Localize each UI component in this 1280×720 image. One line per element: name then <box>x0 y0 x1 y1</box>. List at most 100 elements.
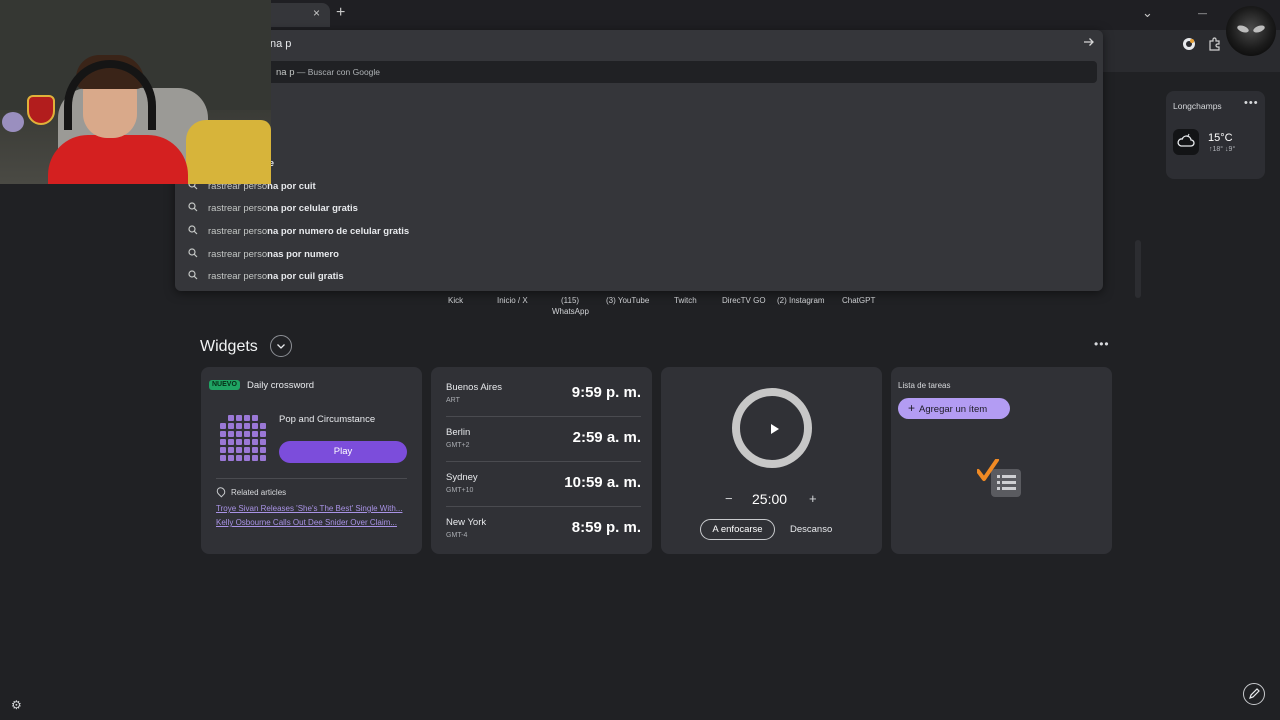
tab-search-button[interactable]: ⌄ <box>1142 5 1153 21</box>
divider <box>216 478 407 479</box>
arrow-right-icon[interactable] <box>1083 36 1095 51</box>
weather-low: ↓9° <box>1225 146 1236 153</box>
clock-time: 10:59 a. m. <box>564 474 641 491</box>
quick-link-x[interactable]: Inicio / X <box>497 295 528 306</box>
clock-timezone: GMT+2 <box>446 442 470 449</box>
clock-row: Sydney GMT+10 10:59 a. m. <box>446 462 641 506</box>
crossword-cell <box>228 431 234 437</box>
quick-link-youtube[interactable]: (3) YouTube <box>606 295 649 306</box>
crossword-cell <box>252 423 258 429</box>
world-clock-card: Buenos Aires ART 9:59 p. m. Berlin GMT+2… <box>431 367 652 554</box>
omnibox-suggestion[interactable]: a por celular <box>181 129 1097 151</box>
timer-play-button[interactable] <box>732 388 812 468</box>
focus-timer-card: − 25:00 + A enfocarse Descanso <box>661 367 882 554</box>
puzzle-extensions-icon[interactable] <box>1206 37 1222 53</box>
crossword-cell <box>236 415 242 421</box>
edit-button[interactable] <box>1243 683 1265 705</box>
crossword-cell <box>244 455 250 461</box>
quick-link-kick[interactable]: Kick <box>448 295 463 306</box>
widgets-collapse-button[interactable] <box>270 335 292 357</box>
clock-city: Buenos Aires <box>446 382 502 393</box>
add-item-button[interactable]: + Agregar un ítem <box>898 398 1010 419</box>
omnibox-suggestion[interactable]: rastrear persona por cuil gratis <box>181 265 1097 287</box>
clock-row: New York GMT-4 8:59 p. m. <box>446 507 641 551</box>
crossword-cell <box>252 415 258 421</box>
quick-link-chatgpt[interactable]: ChatGPT <box>842 295 875 306</box>
clock-timezone: ART <box>446 397 460 404</box>
crossword-grid-icon <box>220 415 266 461</box>
weather-more-button[interactable]: ••• <box>1244 97 1259 109</box>
play-button[interactable]: Play <box>279 441 407 463</box>
checklist-icon <box>977 459 1021 497</box>
new-tab-button[interactable]: + <box>336 4 345 22</box>
suggestion-bold: na por cuil gratis <box>267 271 344 283</box>
quick-link-twitch[interactable]: Twitch <box>674 295 697 306</box>
play-icon <box>771 424 779 434</box>
suggestion-bold: na por numero de celular gratis <box>267 225 410 237</box>
quick-link-whatsapp-count[interactable]: (115) <box>561 295 579 306</box>
chevron-down-icon <box>277 344 285 349</box>
crossword-cell <box>220 431 226 437</box>
crossword-cell <box>228 415 234 421</box>
crossword-cell <box>244 423 250 429</box>
suggestion-prefix: na p <box>276 67 295 78</box>
suggestion-suffix: — Buscar con Google <box>294 67 381 77</box>
crossword-title: Daily crossword <box>247 380 315 391</box>
omnibox-suggestion[interactable]: na p — Buscar con Google <box>181 61 1097 83</box>
crossword-cell <box>228 455 234 461</box>
suggestion-prefix: rastrear perso <box>208 225 268 237</box>
todo-title: Lista de tareas <box>898 381 951 390</box>
avatar-eye-left <box>1236 24 1250 34</box>
clock-timezone: GMT+10 <box>446 487 474 494</box>
focus-mode-button[interactable]: A enfocarse <box>700 519 775 540</box>
crossword-cell <box>260 447 266 453</box>
webcam-overlay <box>0 0 271 184</box>
crossword-cell <box>220 439 226 445</box>
omnibox-suggestion[interactable]: rastrear personas por numero <box>181 243 1097 265</box>
add-item-label: Agregar un ítem <box>919 404 988 415</box>
clock-time: 8:59 p. m. <box>571 519 641 536</box>
weather-temperature: 15°C <box>1208 132 1233 144</box>
omnibox-input[interactable]: na p <box>270 38 291 50</box>
quick-link-whatsapp[interactable]: WhatsApp <box>552 306 589 317</box>
crossword-cell <box>228 423 234 429</box>
minimize-button[interactable]: — <box>1198 8 1207 18</box>
extension-icon[interactable] <box>1181 37 1197 53</box>
quick-link-instagram[interactable]: (2) Instagram <box>777 295 825 306</box>
timer-increase-button[interactable]: + <box>809 491 817 506</box>
webcam-club-badge <box>27 95 55 125</box>
quick-link-directv[interactable]: DirecTV GO <box>722 295 766 306</box>
profile-avatar[interactable] <box>1226 6 1276 56</box>
widgets-more-button[interactable]: ••• <box>1094 337 1110 351</box>
article-link[interactable]: Kelly Osbourne Calls Out Dee Snider Over… <box>216 518 408 527</box>
cloud-icon <box>1173 129 1199 155</box>
crossword-cell <box>236 423 242 429</box>
weather-card[interactable]: Longchamps ••• 15°C ↑18° ↓9° <box>1166 91 1265 179</box>
break-mode-button[interactable]: Descanso <box>790 524 832 535</box>
avatar-eye-right <box>1252 24 1266 34</box>
search-icon <box>188 270 198 280</box>
omnibox-suggestion[interactable]: na por cuil <box>181 84 1097 106</box>
crossword-cell <box>244 415 250 421</box>
crossword-cell <box>228 447 234 453</box>
omnibox-suggestion[interactable]: rastrear persona por celular gratis <box>181 197 1097 219</box>
article-link[interactable]: Troye Sivan Releases 'She's The Best' Si… <box>216 504 408 513</box>
search-icon <box>188 225 198 235</box>
crossword-cell <box>252 447 258 453</box>
gear-icon[interactable]: ⚙ <box>11 699 23 711</box>
suggestion-prefix: rastrear perso <box>208 203 268 215</box>
crossword-cell <box>236 431 242 437</box>
omnibox-suggestion[interactable]: as por nombre <box>181 152 1097 174</box>
clock-city: New York <box>446 517 487 528</box>
scrollbar[interactable] <box>1135 240 1141 298</box>
omnibox-suggestion[interactable]: rastrear persona por numero de celular g… <box>181 220 1097 242</box>
crossword-cell <box>260 439 266 445</box>
omnibox-suggestion[interactable]: rastrear persona por cuit <box>181 175 1097 197</box>
omnibox-suggestion[interactable]: a <box>181 106 1097 128</box>
suggestion-bold: na por cuit <box>267 180 316 192</box>
close-tab-icon[interactable]: × <box>313 6 320 20</box>
timer-decrease-button[interactable]: − <box>725 491 733 506</box>
pencil-icon <box>1249 688 1260 699</box>
crossword-cell <box>228 439 234 445</box>
crossword-card: NUEVO Daily crossword Pop and Circumstan… <box>201 367 422 554</box>
